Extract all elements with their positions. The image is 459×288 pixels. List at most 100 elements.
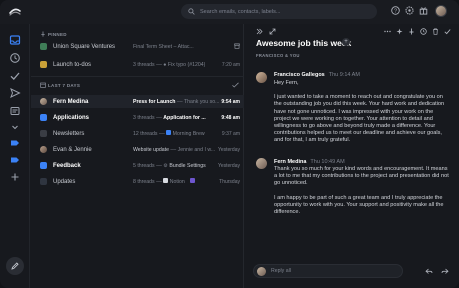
list-item[interactable]: Newsletters 12 threads –– Morning Brew 9…: [31, 127, 244, 140]
mark-all-done-icon[interactable]: [232, 82, 239, 88]
left-rail: [0, 24, 30, 288]
message-time: Thu 10:49 AM: [310, 159, 345, 165]
trash-icon[interactable]: [432, 28, 439, 35]
message-sender-name: Francisco Gallegos: [274, 72, 325, 78]
thread-count: 3 threads ––: [133, 114, 162, 121]
list-item-subject: Final Term Sheet – Attac...: [133, 43, 194, 50]
clock-icon[interactable]: [9, 52, 21, 64]
list-item-subject: 5 threads –– ⚙ Bundle Settings: [133, 163, 206, 169]
list-item-time: 7:20 am: [221, 61, 240, 68]
list-item-subject: 12 threads –– Morning Brew: [133, 130, 205, 137]
label-tag-icon[interactable]: [9, 154, 21, 166]
search-icon: [188, 8, 195, 15]
done-check-icon[interactable]: [444, 28, 451, 35]
help-icon[interactable]: ?: [391, 6, 400, 15]
thread-subject: Press for Launch: [133, 98, 176, 105]
list-item-time: 9:48 am: [221, 114, 240, 121]
message-paragraph: I just wanted to take a moment to reach …: [274, 94, 445, 144]
participants-label: FRANCISCO & YOU: [256, 53, 300, 58]
svg-text:?: ?: [394, 8, 397, 14]
list-item[interactable]: Updates 8 threads –– Notion Thursday: [31, 175, 244, 188]
thread-subject: Notion: [169, 179, 185, 185]
app-logo-icon[interactable]: [9, 6, 21, 18]
search-input[interactable]: Search emails, contacts, labels...: [200, 9, 280, 15]
collapse-chevrons-icon[interactable]: [256, 28, 263, 35]
avatar: [257, 266, 266, 276]
list-item-subject: 3 threads –– ● Fix typo (#1204): [133, 62, 205, 68]
list-item-time: 9:37 am: [221, 130, 240, 137]
thread-snippet: –– Jennie and I w...: [170, 146, 216, 153]
list-item[interactable]: Feedback 5 threads –– ⚙ Bundle Settings …: [31, 159, 244, 172]
label-tag-icon[interactable]: [9, 137, 21, 149]
done-check-icon[interactable]: [9, 70, 21, 82]
list-item-sender: Applications: [53, 114, 90, 121]
reply-input[interactable]: Reply all: [253, 264, 403, 278]
list-item[interactable]: Fern Medina Press for Launch –– Thank yo…: [31, 95, 244, 108]
message-detail: Awesome job this week + FRANCISCO & YOU …: [245, 24, 459, 288]
thread-snippet: –– Thank you so...: [176, 98, 220, 105]
thread-subject: Application for ...: [163, 114, 206, 121]
label-tag-icon: [40, 114, 47, 121]
list-item[interactable]: Applications 3 threads –– Application fo…: [31, 111, 244, 124]
thread-count: 12 threads ––: [133, 131, 165, 137]
thread-count: 5 threads ––: [133, 162, 162, 169]
settings-gear-icon[interactable]: [405, 6, 414, 15]
list-item[interactable]: Evan & Jennie Website update –– Jennie a…: [31, 143, 244, 156]
message-list: PINNED Union Square Ventures Final Term …: [31, 24, 244, 288]
section-last7-label: LAST 7 DAYS: [48, 83, 81, 88]
message-paragraph: Hey Fern,: [274, 80, 299, 86]
detail-toolbar: [245, 24, 459, 39]
thread-title: Awesome job this week: [256, 38, 352, 48]
list-item-sender: Union Square Ventures: [53, 43, 116, 50]
more-icon[interactable]: [384, 28, 391, 35]
list-item[interactable]: Union Square Ventures Final Term Sheet –…: [31, 40, 244, 53]
list-item-time: Thursday: [219, 178, 240, 185]
chevron-down-icon[interactable]: [9, 121, 21, 133]
compose-button[interactable]: [6, 257, 24, 275]
divider: [31, 76, 244, 77]
label-tag-icon: [40, 162, 47, 169]
pin-icon[interactable]: [408, 28, 415, 35]
message-sender: Fern Medina Thu 10:49 AM: [274, 159, 345, 165]
list-item-subject: Press for Launch –– Thank you so...: [133, 99, 219, 105]
list-item-subject: 8 threads –– Notion: [133, 178, 196, 185]
message-body: Thank you so much for your kind words an…: [274, 166, 449, 223]
forward-icon[interactable]: [441, 267, 449, 275]
expand-icon[interactable]: [269, 28, 276, 35]
sparkle-icon[interactable]: [396, 28, 403, 35]
list-item-sender: Newsletters: [53, 130, 85, 137]
checklist-icon: [40, 61, 47, 68]
sent-icon[interactable]: [9, 87, 21, 99]
building-icon: [40, 43, 47, 50]
avatar: [256, 158, 267, 169]
add-label-button[interactable]: +: [342, 38, 350, 46]
drafts-icon[interactable]: [9, 105, 21, 117]
thread-subject: Bundle Settings: [169, 162, 206, 169]
add-icon[interactable]: [9, 171, 21, 183]
calendar-icon: [40, 82, 46, 88]
search-bar[interactable]: Search emails, contacts, labels...: [181, 4, 377, 19]
list-item-time: 9:54 am: [221, 98, 240, 105]
section-pinned-label: PINNED: [48, 32, 67, 37]
gift-icon[interactable]: [419, 6, 428, 15]
top-icons: ?: [391, 6, 428, 15]
list-item-sender: Fern Medina: [53, 98, 89, 105]
top-bar: Search emails, contacts, labels... ?: [0, 0, 459, 24]
pin-icon: [41, 31, 45, 37]
thread-subject: Fix typo (#1204): [167, 61, 206, 68]
thread-subject: Website update: [133, 146, 169, 153]
avatar: [40, 98, 47, 105]
thread-count: 8 threads ––: [133, 179, 162, 185]
snooze-clock-icon[interactable]: [420, 28, 427, 35]
user-avatar[interactable]: [435, 5, 447, 17]
inbox-icon[interactable]: [9, 34, 21, 46]
list-item-subject: 3 threads –– Application for ...: [133, 115, 206, 121]
reply-icon[interactable]: [425, 267, 433, 275]
reply-placeholder: Reply all: [271, 268, 291, 274]
avatar: [256, 72, 267, 83]
list-item[interactable]: Launch to-dos 3 threads –– ● Fix typo (#…: [31, 58, 244, 71]
avatar: [40, 146, 47, 153]
archive-icon[interactable]: [234, 43, 240, 51]
pencil-icon: [11, 262, 19, 270]
list-item-sender: Feedback: [53, 162, 81, 169]
